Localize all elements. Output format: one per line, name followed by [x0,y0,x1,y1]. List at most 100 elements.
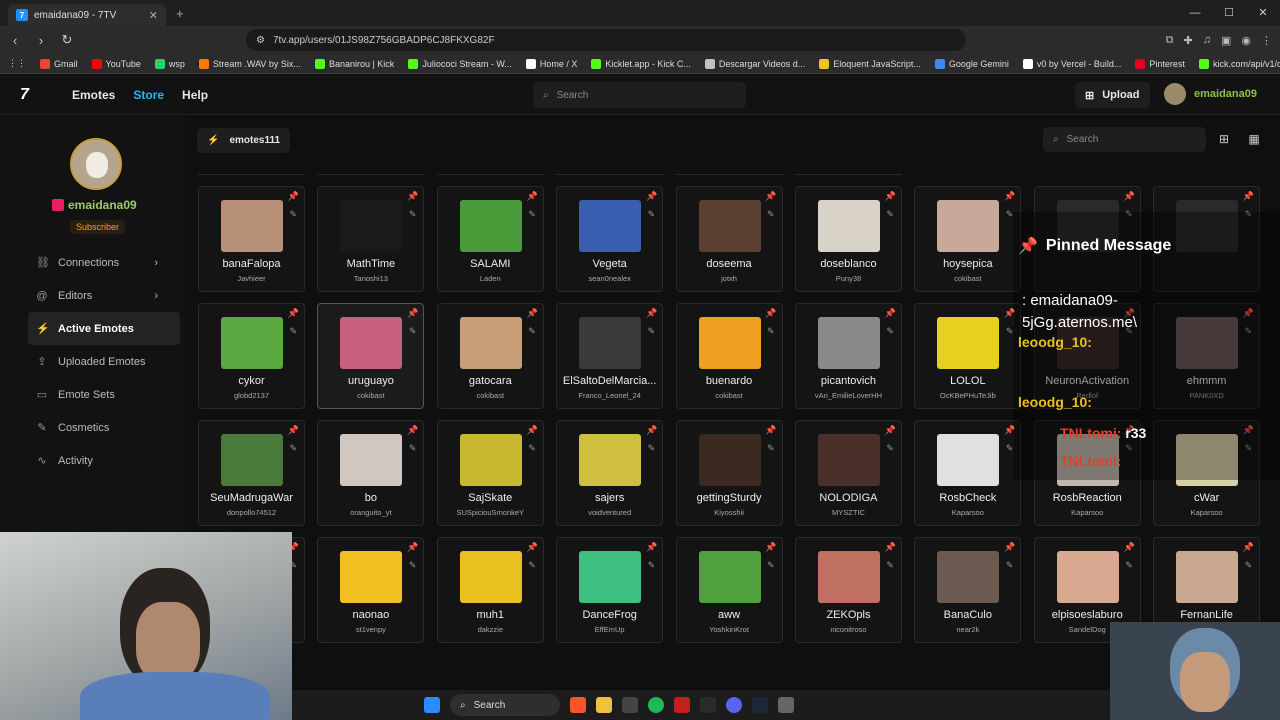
pin-icon[interactable]: 📌 [1124,542,1135,553]
emote-card[interactable]: 📌 ✎ Vegeta sean0nealex [556,186,664,292]
edit-icon[interactable]: ✎ [528,326,536,337]
pin-icon[interactable]: 📌 [885,308,896,319]
pin-icon[interactable]: 📌 [407,308,418,319]
app-icon[interactable] [622,697,638,713]
sidebar-item-cosmetics[interactable]: ✎ Cosmetics [28,411,180,444]
list-view-icon[interactable]: ▦ [1244,129,1264,149]
pin-icon[interactable]: 📌 [765,308,776,319]
pin-icon[interactable]: 📌 [646,308,657,319]
emote-card[interactable]: 📌 ✎ sajers voidventured [556,420,664,526]
edit-icon[interactable]: ✎ [1125,560,1133,571]
emote-card[interactable]: 📌 ✎ picantovich vAri_EmilieLoverHH [794,303,902,409]
windows-start-icon[interactable] [424,697,440,713]
edit-icon[interactable]: ✎ [886,326,894,337]
discord-icon[interactable] [726,697,742,713]
upload-button[interactable]: ⊞ Upload [1075,82,1150,108]
edit-icon[interactable]: ✎ [767,443,775,454]
edit-icon[interactable]: ✎ [528,560,536,571]
close-window-icon[interactable]: ✕ [1246,0,1280,26]
pin-icon[interactable]: 📌 [1004,191,1015,202]
pin-icon[interactable]: 📌 [765,191,776,202]
url-field[interactable]: ⚙ 7tv.app/users/01JS98Z756GBADP6CJ8FKXG8… [246,29,966,51]
minimize-icon[interactable]: — [1178,0,1212,26]
edit-icon[interactable]: ✎ [648,209,656,220]
close-tab-icon[interactable]: ✕ [149,9,158,22]
7tv-logo-icon[interactable]: 7 [20,86,40,104]
emote-card[interactable]: 📌 ✎ MathTime Tanoshi13 [317,186,425,292]
grid-view-icon[interactable]: ⊞ [1214,129,1234,149]
user-menu[interactable]: emaidana09 [1164,83,1257,105]
emote-card[interactable]: 📌 ✎ gettingSturdy Kiyosshii [675,420,783,526]
pin-icon[interactable]: 📌 [288,425,299,436]
pin-icon[interactable]: 📌 [646,542,657,553]
profile-icon[interactable]: ◉ [1241,34,1251,47]
bookmark-item[interactable]: Gmail [40,58,78,69]
brave-icon[interactable] [570,697,586,713]
extension-icon[interactable]: ♫ [1203,34,1211,47]
site-info-icon[interactable]: ⚙ [256,35,265,46]
edit-icon[interactable]: ✎ [1245,560,1253,571]
steam-icon[interactable] [752,697,768,713]
edit-icon[interactable]: ✎ [767,560,775,571]
pin-icon[interactable]: 📌 [765,542,776,553]
edit-icon[interactable]: ✎ [409,209,417,220]
bookmark-item[interactable]: Google Gemini [934,58,1009,69]
emote-card[interactable]: 📌 ✎ hoysepica cokibast [914,186,1022,292]
emote-card[interactable]: 📌 ✎ muh1 dakzzie [436,537,544,643]
emote-card[interactable]: 📌 ✎ gatocara cokibast [436,303,544,409]
emote-card[interactable]: 📌 ✎ ZEKOpls niconitroso [794,537,902,643]
edit-icon[interactable]: ✎ [409,326,417,337]
edit-icon[interactable]: ✎ [409,443,417,454]
pin-icon[interactable]: 📌 [765,425,776,436]
file-explorer-icon[interactable] [596,697,612,713]
pin-icon[interactable]: 📌 [527,191,538,202]
pin-icon[interactable]: 📌 [1243,191,1254,202]
edit-icon[interactable]: ✎ [289,326,297,337]
sidebar-item-connections[interactable]: ⛓ Connections › [28,246,180,279]
edit-icon[interactable]: ✎ [409,560,417,571]
reload-icon[interactable]: ↻ [60,32,74,48]
pin-icon[interactable]: 📌 [407,542,418,553]
emote-card[interactable]: 📌 ✎ aww YoshkinKrot [675,537,783,643]
emote-search-input[interactable]: ⌕ Search [1043,127,1206,152]
bookmark-item[interactable]: wsp [154,58,185,69]
edit-icon[interactable]: ✎ [886,443,894,454]
edit-icon[interactable]: ✎ [289,209,297,220]
emote-card[interactable]: 📌 ✎ SeuMadrugaWar donpollo74512 [198,420,305,526]
browser-tab[interactable]: 7 emaidana09 - 7TV ✕ [8,4,166,26]
emote-card[interactable]: 📌 ✎ cykor globd2137 [198,303,305,409]
emote-card[interactable]: 📌 ✎ ElSaltoDelMarcia... Franco_Leonel_24 [556,303,664,409]
pin-icon[interactable]: 📌 [407,191,418,202]
app-icon[interactable] [674,697,690,713]
edit-icon[interactable]: ✎ [886,209,894,220]
forward-icon[interactable]: › [34,33,48,48]
spotify-icon[interactable] [648,697,664,713]
nav-emotes[interactable]: Emotes [72,88,115,102]
bookmark-item[interactable]: YouTube [91,58,141,69]
nav-store[interactable]: Store [133,88,164,102]
bookmark-item[interactable]: Pinterest [1135,58,1185,69]
edit-icon[interactable]: ✎ [648,326,656,337]
edit-icon[interactable]: ✎ [1006,443,1014,454]
pin-icon[interactable]: 📌 [646,191,657,202]
apps-icon[interactable]: ⋮⋮ [8,58,26,69]
bookmark-item[interactable]: Eloquent JavaScript... [819,58,921,69]
pin-icon[interactable]: 📌 [407,425,418,436]
bookmark-item[interactable]: Stream .WAV by Six... [198,58,301,69]
app-icon[interactable] [778,697,794,713]
sidepanel-icon[interactable]: ▣ [1221,34,1231,47]
pin-icon[interactable]: 📌 [885,542,896,553]
edit-icon[interactable]: ✎ [1006,209,1014,220]
emote-card[interactable]: 📌 ✎ bo oranguito_yt [317,420,425,526]
taskbar-search[interactable]: ⌕ Search [450,694,560,716]
edit-icon[interactable]: ✎ [648,443,656,454]
bookmark-item[interactable]: Home / X [525,58,577,69]
edit-icon[interactable]: ✎ [886,560,894,571]
bookmark-item[interactable]: v0 by Vercel - Build... [1022,58,1121,69]
pin-icon[interactable]: 📌 [885,425,896,436]
emote-card[interactable]: 📌 ✎ RosbCheck Kaparsoo [914,420,1022,526]
bookmark-item[interactable]: kick.com/api/v1/cha... [1198,58,1280,69]
edit-icon[interactable]: ✎ [1006,560,1014,571]
pin-icon[interactable]: 📌 [1243,542,1254,553]
pin-icon[interactable]: 📌 [646,425,657,436]
